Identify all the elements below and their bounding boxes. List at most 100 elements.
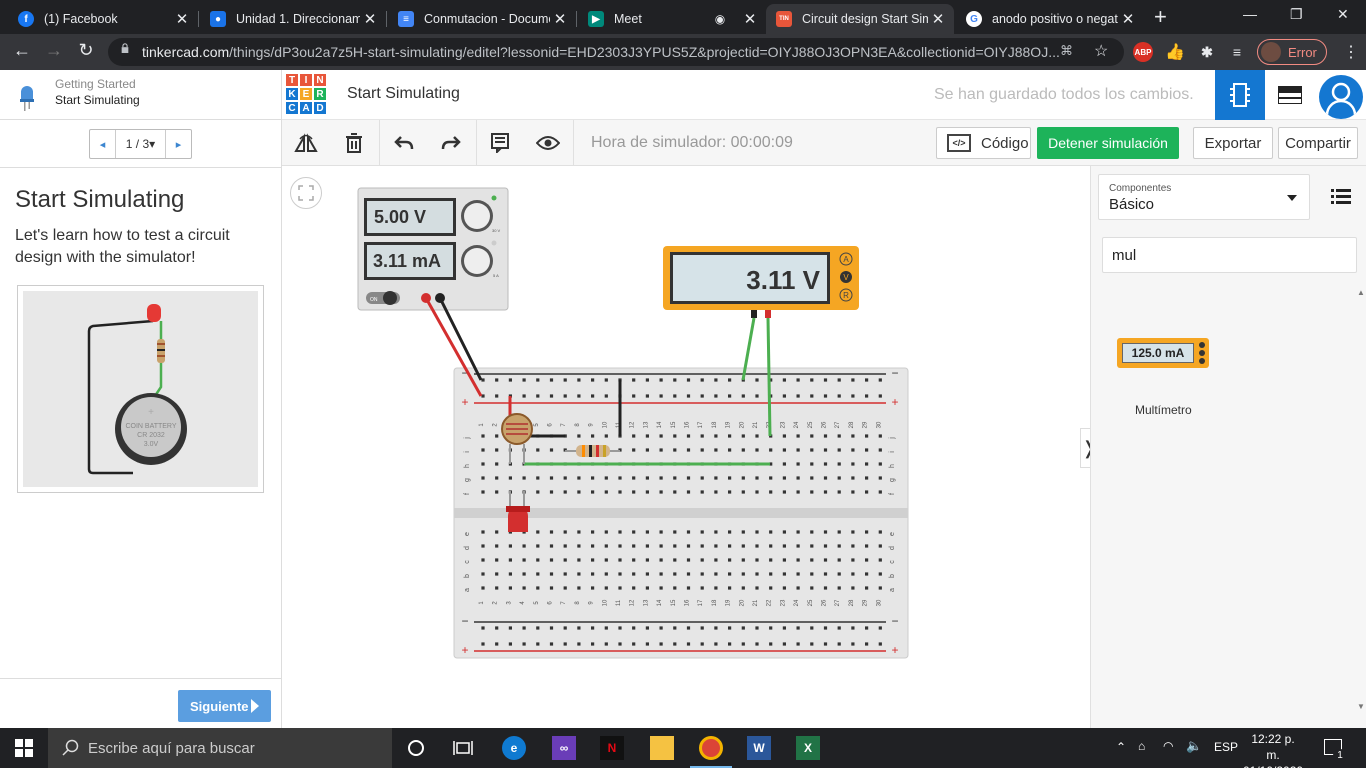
url-field[interactable]: tinkercad.com/things/dP3ou2a7z5H-start-s…	[108, 38, 1124, 66]
user-avatar[interactable]	[1319, 75, 1363, 119]
profile-error-button[interactable]: Error	[1257, 39, 1327, 65]
edge-icon[interactable]: e	[502, 736, 526, 760]
file-explorer-icon[interactable]	[650, 736, 674, 760]
translate-icon[interactable]: ⌘	[1060, 43, 1073, 59]
lock-icon	[121, 43, 129, 53]
word-icon[interactable]: W	[747, 736, 771, 760]
bookmark-star-icon[interactable]: ☆	[1094, 41, 1108, 61]
scroll-up-icon[interactable]: ▲	[1357, 288, 1365, 297]
tab-facebook[interactable]: f (1) Facebook ✕	[8, 4, 198, 34]
back-icon[interactable]: ←	[10, 40, 34, 61]
tab-meet[interactable]: ▶ Meet ◉ ✕	[578, 4, 766, 34]
multimeter-component[interactable]: 125.0 mA	[1117, 338, 1209, 368]
close-icon[interactable]: ✕	[740, 10, 760, 28]
scroll-down-icon[interactable]: ▼	[1357, 702, 1365, 711]
eye-icon	[536, 136, 560, 150]
project-title[interactable]: Start Simulating	[347, 85, 460, 103]
chrome-icon[interactable]	[699, 736, 723, 760]
visibility-button[interactable]	[535, 130, 561, 156]
maximize-icon[interactable]: ❐	[1290, 6, 1303, 23]
rotate-button[interactable]	[293, 130, 319, 156]
show-hidden-icons-icon[interactable]: ⌃	[1116, 740, 1126, 754]
url-host: tinkercad.com	[142, 44, 230, 60]
cortana-icon[interactable]	[404, 736, 428, 760]
excel-icon[interactable]: X	[796, 736, 820, 760]
breadboard-label: 16	[685, 599, 691, 606]
prev-step-button[interactable]: ◂	[90, 130, 115, 158]
breadboard-label: d	[464, 546, 471, 550]
system-clock[interactable]: 12:22 p. m. 01/10/2020	[1243, 731, 1303, 779]
breadboard-label: f	[464, 493, 471, 495]
redo-button[interactable]	[438, 130, 464, 156]
start-button[interactable]	[0, 728, 48, 768]
save-status: Se han guardado todos los cambios.	[934, 86, 1194, 103]
breadboard-label: 17	[698, 599, 704, 606]
delete-button[interactable]	[341, 130, 367, 156]
new-tab-button[interactable]: +	[1154, 4, 1167, 30]
window-close-icon[interactable]: ✕	[1337, 6, 1349, 23]
next-button[interactable]: Siguiente	[178, 690, 271, 722]
redo-icon	[441, 136, 461, 150]
tab-google[interactable]: G anodo positivo o negat ✕	[956, 4, 1144, 34]
undo-button[interactable]	[391, 130, 417, 156]
breadboard-label: 25	[808, 599, 814, 606]
extensions-icon[interactable]: ✱	[1197, 42, 1217, 62]
breadboard-label: j	[889, 437, 896, 440]
circuit-view-button[interactable]	[1215, 70, 1265, 120]
thumbs-up-icon[interactable]: 👍	[1165, 42, 1185, 62]
breadboard-label: e	[889, 532, 896, 536]
component-search-input[interactable]: mul	[1102, 237, 1357, 273]
breadboard-label: 12	[630, 599, 636, 606]
code-button[interactable]: </> Código	[936, 127, 1031, 159]
menu-icon[interactable]: ⋮	[1343, 42, 1359, 62]
clock-date: 01/10/2020	[1243, 764, 1304, 778]
task-view-icon[interactable]	[451, 736, 475, 760]
stop-simulation-button[interactable]: Detener simulación	[1037, 127, 1179, 159]
wifi-icon[interactable]: ◠	[1163, 739, 1173, 753]
multimeter[interactable]: 3.11 V A V R	[663, 246, 859, 318]
close-icon[interactable]: ✕	[928, 10, 948, 28]
power-supply[interactable]: 5.00 V 3.11 mA 30 V 5 A ON	[357, 187, 509, 311]
schematic-view-button[interactable]	[1265, 70, 1315, 120]
breadboard-label: 26	[822, 421, 828, 428]
supply-voltage-display: 5.00 V	[374, 207, 426, 227]
close-icon[interactable]: ✕	[360, 10, 380, 28]
step-selector[interactable]: 1 / 3 ▾	[115, 130, 166, 158]
tab-docs[interactable]: ≡ Conmutacion - Docume ✕	[388, 4, 576, 34]
netflix-icon[interactable]: N	[600, 736, 624, 760]
input-language[interactable]: ESP	[1214, 740, 1238, 754]
components-select[interactable]: Componentes Básico	[1098, 174, 1310, 220]
network-icon[interactable]: ⌂	[1138, 739, 1145, 753]
next-label: Siguiente	[190, 698, 249, 714]
adblock-icon[interactable]: ABP	[1133, 42, 1153, 62]
editor-header: T I N K E R C A D Start Simulating Se ha…	[282, 70, 1366, 120]
minimize-icon[interactable]: —	[1243, 6, 1257, 22]
circuit-canvas[interactable]: 5.00 V 3.11 mA 30 V 5 A ON 3.11 V A V R …	[282, 166, 1098, 728]
multimeter-reading: 3.11 V	[746, 265, 820, 295]
arrow-right-icon	[251, 699, 259, 713]
next-step-button[interactable]: ▸	[166, 130, 191, 158]
forward-icon[interactable]: →	[42, 40, 66, 61]
export-button[interactable]: Exportar	[1193, 127, 1273, 159]
breadboard-label: 15	[671, 421, 677, 428]
breadboard-label: 24	[794, 599, 800, 606]
logo-letter: A	[299, 101, 313, 115]
circuit-drawing: 5.00 V 3.11 mA 30 V 5 A ON 3.11 V A V R …	[357, 187, 909, 659]
close-icon[interactable]: ✕	[550, 10, 570, 28]
list-view-toggle-icon[interactable]	[1331, 186, 1351, 206]
taskbar-search[interactable]: Escribe aquí para buscar	[48, 728, 392, 768]
close-icon[interactable]: ✕	[1118, 10, 1138, 28]
breadcrumb-parent[interactable]: Getting Started	[55, 77, 136, 91]
tab-tinkercad[interactable]: TIN Circuit design Start Sim ✕	[766, 4, 954, 34]
visual-studio-icon[interactable]: ∞	[552, 736, 576, 760]
notes-button[interactable]	[487, 130, 513, 156]
tab-classroom[interactable]: ● Unidad 1. Direccionami ✕	[200, 4, 386, 34]
close-icon[interactable]: ✕	[172, 10, 192, 28]
volume-icon[interactable]: 🔈	[1186, 738, 1202, 754]
tinkercad-logo[interactable]: T I N K E R C A D	[285, 73, 327, 115]
media-queue-icon[interactable]: ≡	[1227, 42, 1247, 62]
reload-icon[interactable]: ↻	[74, 40, 98, 61]
user-icon	[1325, 82, 1357, 116]
svg-text:+: +	[461, 643, 468, 657]
share-button[interactable]: Compartir	[1278, 127, 1358, 159]
